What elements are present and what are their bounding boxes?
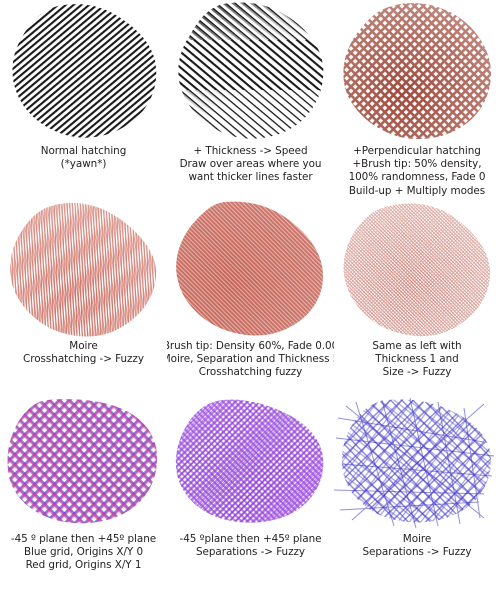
caption-brush-tip-density-60: Brush tip: Density 60%, Fade 0.00 Moire,… — [167, 340, 334, 380]
sample-cell-thickness-speed: + Thickness -> Speed Draw over areas whe… — [167, 0, 334, 200]
caption-two-plane-grids: -45 º plane then +45º plane Blue grid, O… — [11, 533, 156, 573]
artwork-perpendicular-hatching — [334, 0, 500, 143]
caption-moire-separations-fuzzy: Moire Separations -> Fuzzy — [362, 533, 471, 559]
caption-line: +Brush tip: 50% density, — [352, 158, 482, 171]
sample-cell-separations-fuzzy: -45 ºplane then +45º plane Separations -… — [167, 398, 334, 595]
caption-separations-fuzzy: -45 ºplane then +45º plane Separations -… — [180, 533, 322, 559]
sample-cell-two-plane-grids: -45 º plane then +45º plane Blue grid, O… — [0, 398, 167, 595]
caption-line: +Perpendicular hatching — [353, 145, 481, 157]
caption-line: Moire, Separation and Thickness 5 — [167, 353, 334, 366]
sample-cell-thickness-1-size-fuzzy: Same as left with Thickness 1 and Size -… — [334, 200, 500, 398]
caption-line: Size -> Fuzzy — [382, 366, 452, 379]
sample-cell-perpendicular-hatching: +Perpendicular hatching +Brush tip: 50% … — [334, 0, 500, 200]
caption-normal-hatching: Normal hatching (*yawn*) — [41, 145, 127, 171]
caption-line: Separations -> Fuzzy — [362, 546, 472, 559]
artwork-moire-separations-fuzzy — [334, 398, 500, 531]
sample-cell-moire-separations-fuzzy: Moire Separations -> Fuzzy — [334, 398, 500, 595]
sample-cell-normal-hatching: Normal hatching (*yawn*) — [0, 0, 167, 200]
caption-line: -45 º plane then +45º plane — [10, 533, 157, 545]
caption-line: -45 ºplane then +45º plane — [179, 533, 322, 545]
caption-line: Red grid, Origins X/Y 1 — [25, 559, 142, 572]
caption-line: (*yawn*) — [60, 158, 107, 171]
artwork-moire-crosshatching-fuzzy — [0, 200, 167, 340]
caption-line: Build-up + Multiply modes — [348, 184, 486, 197]
caption-line: Crosshatching fuzzy — [198, 366, 303, 379]
artwork-normal-hatching — [0, 0, 167, 143]
caption-line: Draw over areas where you — [179, 158, 322, 171]
sample-grid: Normal hatching (*yawn*) + Thickness -> … — [0, 0, 500, 595]
caption-line: 100% randomness, Fade 0 — [348, 171, 486, 184]
artwork-brush-tip-density-60 — [167, 200, 334, 340]
caption-line: Normal hatching — [40, 145, 127, 157]
sample-cell-moire-crosshatching-fuzzy: Moire Crosshatching -> Fuzzy — [0, 200, 167, 398]
caption-thickness-speed: + Thickness -> Speed Draw over areas whe… — [180, 145, 322, 185]
caption-line: Moire — [69, 340, 98, 352]
caption-line: Moire — [402, 533, 432, 545]
artwork-thickness-1-size-fuzzy — [334, 200, 500, 340]
artwork-separations-fuzzy — [167, 398, 334, 531]
caption-moire-crosshatching-fuzzy: Moire Crosshatching -> Fuzzy — [23, 340, 144, 366]
caption-thickness-1-size-fuzzy: Same as left with Thickness 1 and Size -… — [372, 340, 461, 380]
caption-line: Crosshatching -> Fuzzy — [23, 353, 144, 366]
caption-line: want thicker lines faster — [188, 171, 313, 184]
caption-line: Separations -> Fuzzy — [195, 546, 306, 559]
sample-sheet: Normal hatching (*yawn*) + Thickness -> … — [0, 0, 500, 595]
caption-line: Same as left with — [372, 340, 462, 352]
caption-perpendicular-hatching: +Perpendicular hatching +Brush tip: 50% … — [349, 145, 486, 198]
sample-cell-brush-tip-density-60: Brush tip: Density 60%, Fade 0.00 Moire,… — [167, 200, 334, 398]
caption-line: Thickness 1 and — [375, 353, 459, 366]
caption-line: Brush tip: Density 60%, Fade 0.00 — [167, 340, 334, 352]
caption-line: + Thickness -> Speed — [193, 145, 308, 157]
artwork-thickness-speed — [167, 0, 334, 143]
caption-line: Blue grid, Origins X/Y 0 — [23, 546, 144, 559]
artwork-two-plane-grids — [0, 398, 167, 531]
